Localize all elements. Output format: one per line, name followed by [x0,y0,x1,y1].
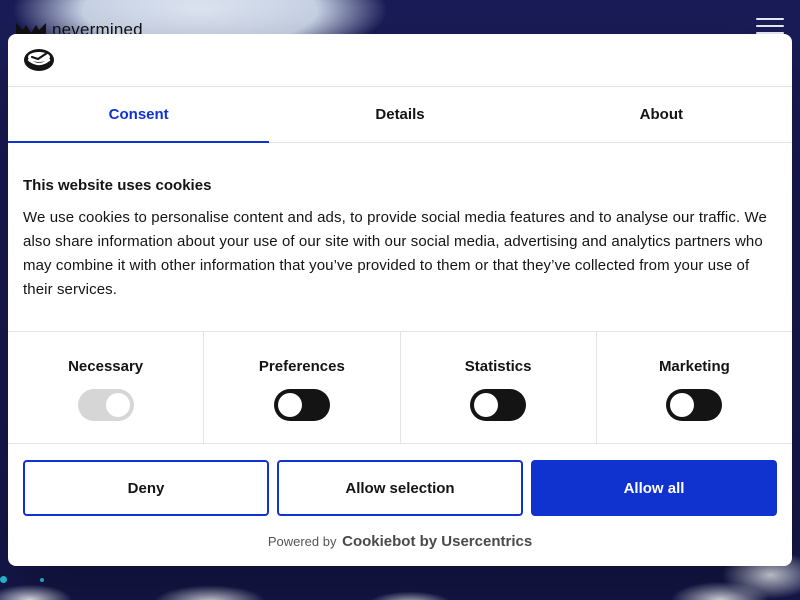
decorative-dot [0,576,7,583]
tab-about[interactable]: About [531,87,792,142]
toggle-knob [474,393,499,417]
cookiebot-link[interactable]: Cookiebot by Usercentrics [342,533,532,550]
marketing-toggle[interactable] [666,389,723,421]
category-label: Statistics [464,358,532,375]
category-label: Preferences [258,358,345,375]
category-necessary: Necessary [8,332,205,443]
cookie-consent-dialog: Consent Details About This website uses … [8,34,792,566]
toggle-knob [277,393,302,417]
consent-description: We use cookies to personalise content an… [23,209,767,298]
toggle-knob [670,393,695,417]
powered-by: Powered by Cookiebot by Usercentrics [8,533,792,550]
allow-selection-button[interactable]: Allow selection [277,460,523,516]
tab-details[interactable]: Details [269,87,530,142]
toggle-knob [105,393,130,417]
decorative-dot [40,578,44,582]
preferences-toggle[interactable] [273,389,330,421]
category-label: Necessary [68,358,144,375]
statistics-toggle[interactable] [470,389,527,421]
necessary-toggle [77,389,134,421]
category-preferences: Preferences [204,332,401,443]
powered-by-prefix: Powered by [267,534,337,549]
category-marketing: Marketing [597,332,792,443]
background-snow [0,560,800,600]
deny-button[interactable]: Deny [23,460,269,516]
category-label: Marketing [658,358,730,375]
consent-heading: This website uses cookies [23,177,212,194]
consent-body: This website uses cookies We use cookies… [8,143,792,331]
allow-all-button[interactable]: Allow all [531,460,777,516]
dialog-header [8,34,792,87]
category-statistics: Statistics [401,332,597,443]
category-toggles: Necessary Preferences Statistics Marketi… [8,331,792,444]
tab-consent[interactable]: Consent [8,87,270,143]
dialog-tabs: Consent Details About [8,87,792,143]
consent-buttons: Deny Allow selection Allow all [8,444,792,516]
cookiebot-logo-icon [24,49,54,71]
